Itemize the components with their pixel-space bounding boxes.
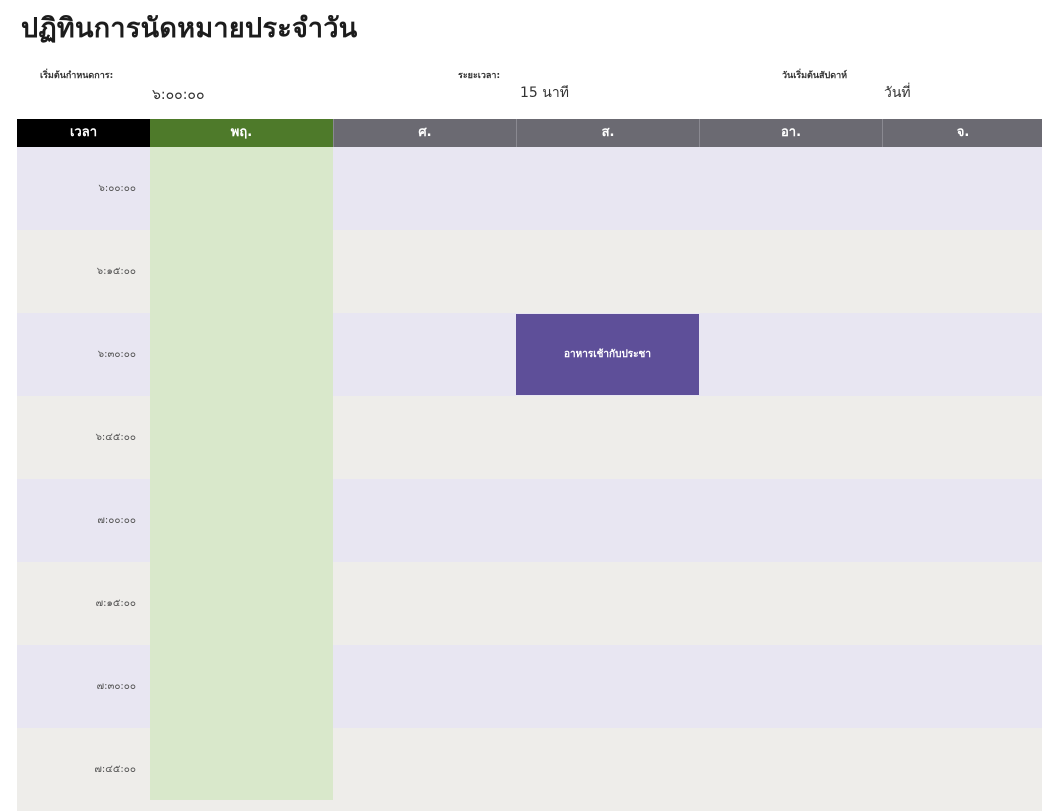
time-cell: ๗:๑๕:๐๐ [95, 598, 136, 609]
day-header-mon[interactable]: จ. [882, 119, 1042, 147]
time-column-header: เวลา [17, 119, 150, 147]
appointment-event[interactable]: อาหารเช้ากับประชา [516, 314, 699, 395]
interval-label: ระยะเวลา: [458, 71, 501, 81]
today-column [150, 147, 333, 800]
day-header-sun[interactable]: อา. [699, 119, 882, 147]
page-title: ปฏิทินการนัดหมายประจำวัน [21, 13, 358, 44]
week-start-value[interactable]: วันที่ [884, 82, 911, 104]
day-header-sat[interactable]: ส. [516, 119, 699, 147]
time-cell: ๖:๓๐:๐๐ [97, 349, 136, 360]
time-cell: ๗:๔๕:๐๐ [94, 764, 136, 775]
week-start-label: วันเริ่มต้นสัปดาห์ [782, 71, 848, 81]
time-cell: ๗:๓๐:๐๐ [96, 681, 136, 692]
time-cell: ๖:๑๕:๐๐ [96, 266, 136, 277]
day-header-fri[interactable]: ศ. [333, 119, 516, 147]
time-cell: ๖:๔๕:๐๐ [95, 432, 136, 443]
time-cell: ๗:๐๐:๐๐ [97, 515, 136, 526]
start-time-label: เริ่มต้นกำหนดการ: [40, 71, 114, 81]
calendar-grid: ๖:๐๐:๐๐ ๖:๑๕:๐๐ ๖:๓๐:๐๐ ๖:๔๕:๐๐ ๗:๐๐:๐๐ … [17, 119, 1042, 811]
interval-value[interactable]: 15 นาที [520, 82, 569, 104]
day-header-thu[interactable]: พฤ. [150, 119, 333, 147]
start-time-value[interactable]: ๖:๐๐:๐๐ [152, 84, 205, 106]
time-cell: ๖:๐๐:๐๐ [98, 183, 137, 194]
